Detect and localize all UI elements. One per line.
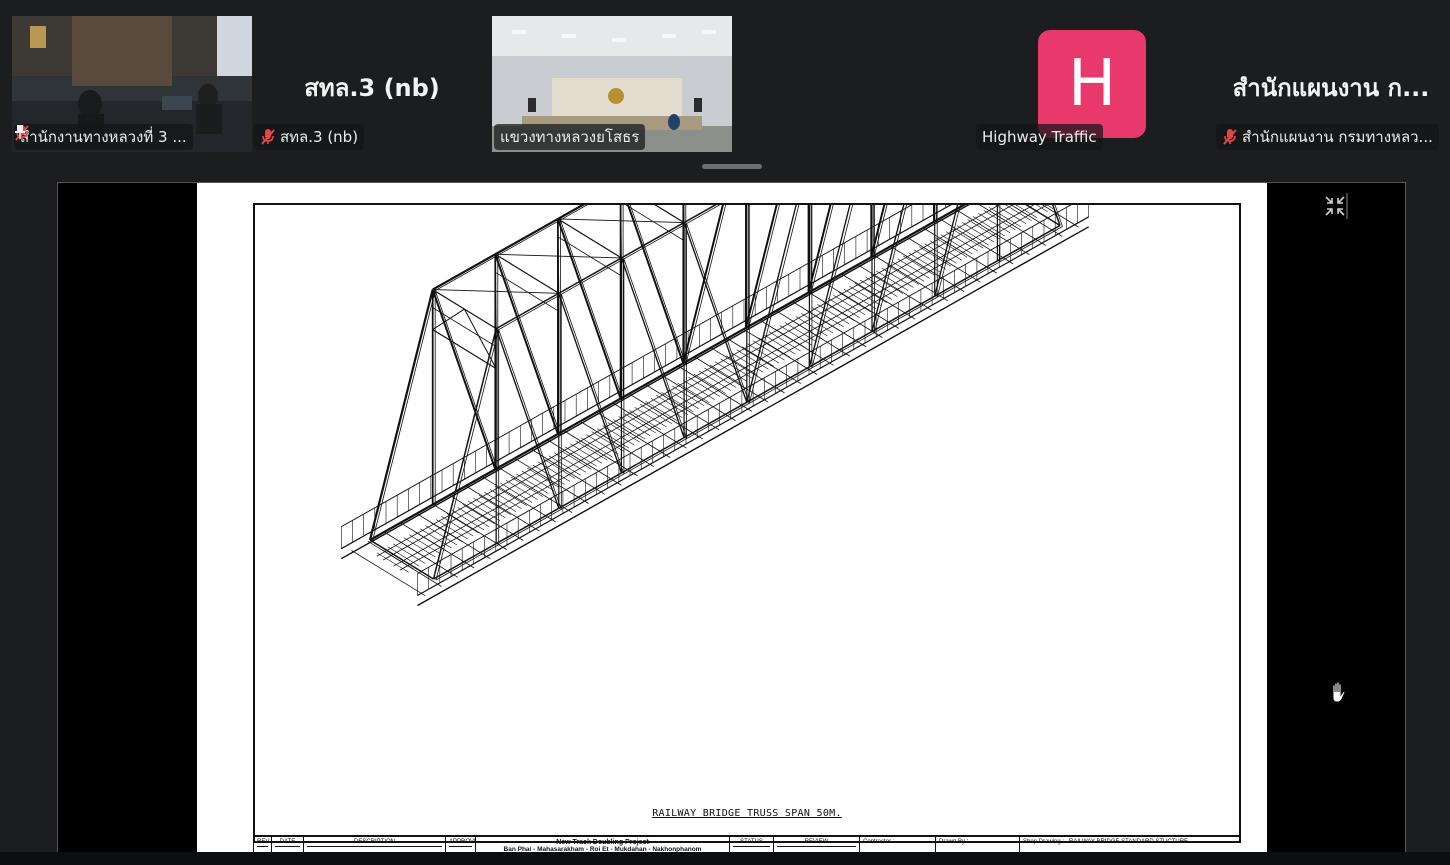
participant-name-5: Highway Traffic [982,128,1097,146]
mic-off-icon [261,129,275,145]
participant-name-1: สำนักงานทางหลวงที่ 3 ... [20,128,187,146]
bottom-bar [0,852,1450,865]
participant-name-2: สทล.3 (nb) [280,128,359,146]
shared-screen[interactable]: RAILWAY BRIDGE TRUSS SPAN 50M. REV. DATE… [57,182,1406,865]
bridge-truss-drawing [340,205,1090,607]
participant-tile-6[interactable]: สำนักแผนงาน ก... สำนักแผนงาน กรมทางหลว..… [1212,16,1450,152]
drawing-frame: RAILWAY BRIDGE TRUSS SPAN 50M. [253,203,1241,843]
participant-display-name-2: สทล.3 (nb) [304,74,440,102]
drawing-sheet: RAILWAY BRIDGE TRUSS SPAN 50M. REV. DATE… [197,183,1267,865]
gallery-resize-handle[interactable] [702,164,762,169]
participant-label-5: Highway Traffic [976,124,1103,150]
drawing-caption: RAILWAY BRIDGE TRUSS SPAN 50M. [652,808,842,819]
participant-name-3: แขวงทางหลวงยโสธร [500,128,640,146]
raise-hand-icon [1332,681,1346,703]
participant-name-4: สำนักงานทางหลวงที่ 8 มหาสา... [743,125,956,143]
participant-label-4: สำนักงานทางหลวงที่ 8 มหาสา... [737,121,962,147]
participant-label-1: สำนักงานทางหลวงที่ 3 ... [14,124,193,150]
participant-avatar-5: H [1038,30,1146,138]
participant-name-6: สำนักแผนงาน กรมทางหลว... [1242,128,1433,146]
participant-label-6: สำนักแผนงาน กรมทางหลว... [1216,124,1439,150]
participant-tile-3[interactable]: แขวงทางหลวงยโสธร [492,16,732,152]
collapse-arrows-icon[interactable] [1322,193,1348,219]
mic-off-icon [1223,129,1237,145]
participant-label-2: สทล.3 (nb) [254,124,365,150]
participant-tile-1[interactable]: สำนักงานทางหลวงที่ 3 ... [12,16,252,152]
participant-tile-2[interactable]: สทล.3 (nb) สทล.3 (nb) [252,16,492,152]
participant-display-name-6: สำนักแผนงาน ก... [1232,74,1430,102]
pin-icon [15,125,25,139]
participant-tile-4[interactable]: สำนักงานทางหลวงที่ 8 มหาสา... [732,16,972,152]
meeting-window: สำนักงานทางหลวงที่ 3 ... สทล.3 (nb) สทล.… [0,0,1450,865]
participant-label-3: แขวงทางหลวงยโสธร [494,124,646,150]
tb-shop-drawing-title: RAILWAY BRIDGE STANDARD STUCTURE [1069,839,1189,845]
